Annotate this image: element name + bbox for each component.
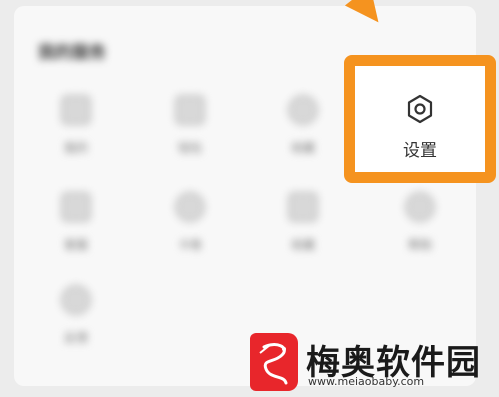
bookmark-icon [288,192,318,222]
settings-highlight: 设置 [344,55,496,183]
feedback-icon [61,285,91,315]
gear-icon [407,94,433,124]
dragon-icon [259,343,288,385]
watermark-logo [250,333,298,391]
service-item[interactable]: 客服 [36,192,116,253]
service-item[interactable]: 我的 [36,95,116,156]
help-icon [405,192,435,222]
service-item[interactable]: 收藏 [263,192,343,253]
phone-icon [61,95,91,125]
section-title: 我的服务 [38,43,106,63]
settings-button[interactable]: 设置 [355,66,485,172]
service-item[interactable]: 收藏 [263,95,343,156]
watermark-url: www.meiaobaby.com [308,375,425,388]
service-item[interactable]: 反馈 [36,285,116,346]
ticket-icon [175,192,205,222]
star-icon [288,95,318,125]
headset-icon [61,192,91,222]
wallet-icon [175,95,205,125]
service-item[interactable]: 钱包 [150,95,230,156]
service-item[interactable]: 卡卷 [150,192,230,253]
settings-label: 设置 [403,141,437,161]
service-item[interactable]: 帮助 [380,192,460,253]
